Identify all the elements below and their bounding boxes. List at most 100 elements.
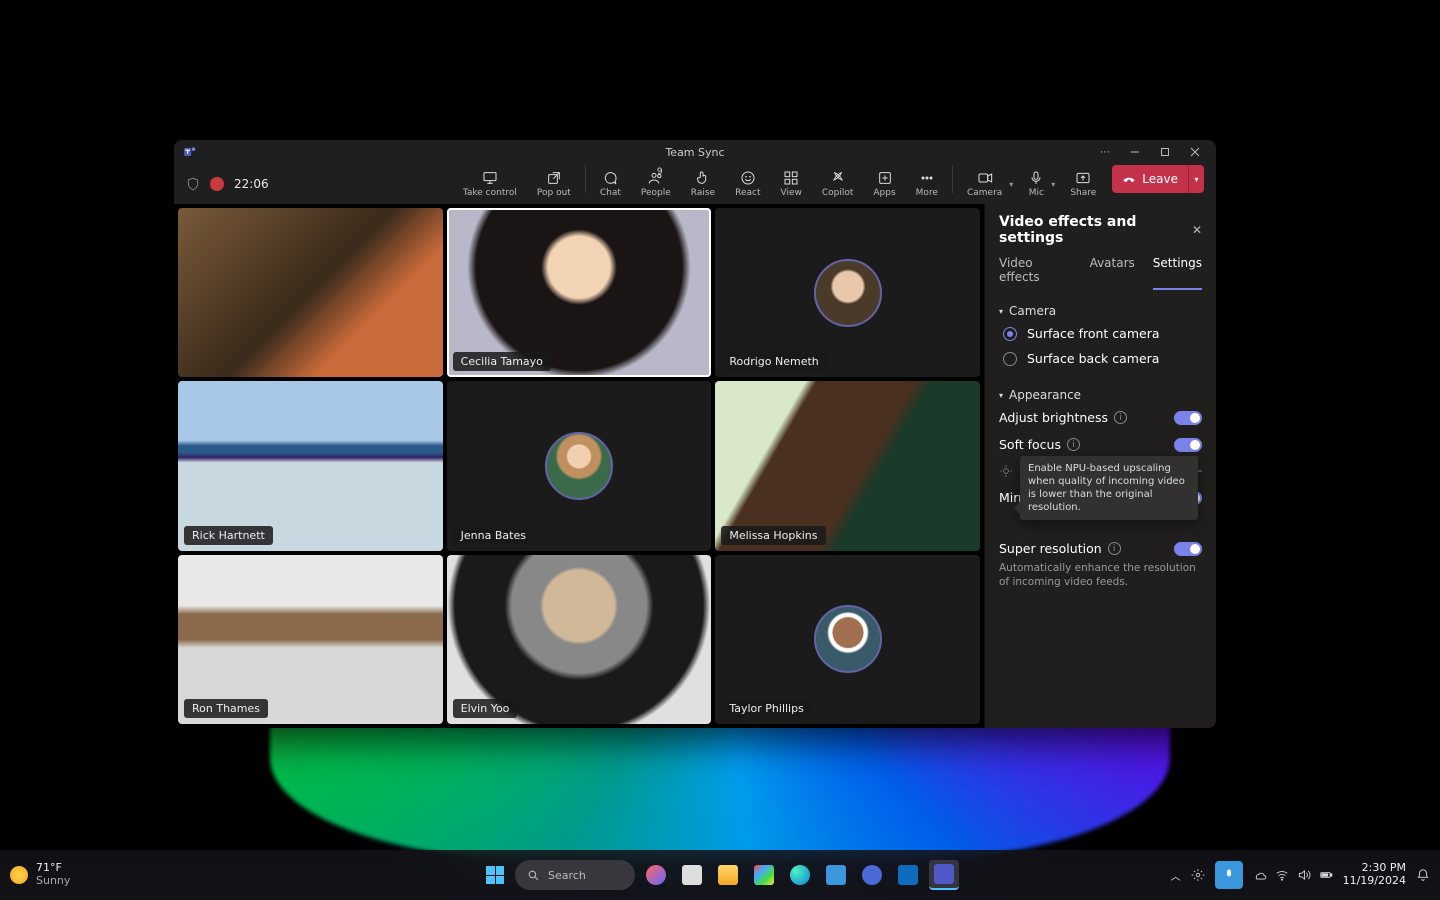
minimize-button[interactable] <box>1120 140 1150 164</box>
tray-copilot-button[interactable] <box>1215 861 1243 889</box>
adjust-brightness-label: Adjust brightness <box>999 410 1108 425</box>
recording-indicator-icon <box>210 177 224 191</box>
taskbar-app-outlook[interactable] <box>893 860 923 890</box>
tab-video-effects[interactable]: Video effects <box>999 256 1072 290</box>
chat-button[interactable]: Chat <box>590 165 631 203</box>
info-icon[interactable]: i <box>1114 411 1127 424</box>
windows-taskbar: 71°F Sunny Search ︿ <box>0 850 1440 900</box>
copilot-button[interactable]: Copilot <box>812 165 864 203</box>
sparkle-icon <box>999 464 1013 478</box>
participant-name: Rick Hartnett <box>184 526 273 545</box>
super-resolution-label: Super resolution <box>999 541 1102 556</box>
maximize-button[interactable] <box>1150 140 1180 164</box>
participant-tile[interactable]: Elvin Yoo <box>447 555 712 724</box>
participant-tile[interactable]: Rick Hartnett <box>178 381 443 550</box>
super-resolution-description: Automatically enhance the resolution of … <box>999 562 1202 589</box>
super-resolution-toggle[interactable] <box>1174 542 1202 556</box>
participant-name: Cecilia Tamayo <box>453 352 551 371</box>
teams-meeting-window: Team Sync ⋯ 22:06 Take control <box>174 140 1216 728</box>
more-button[interactable]: More <box>906 165 948 203</box>
participant-avatar <box>814 259 882 327</box>
leave-button[interactable]: Leave ▾ <box>1112 165 1204 193</box>
participant-name: Rodrigo Nemeth <box>721 352 826 371</box>
adjust-brightness-toggle[interactable] <box>1174 411 1202 425</box>
camera-button[interactable]: Camera <box>957 165 1012 203</box>
participant-tile[interactable]: Jenna Bates <box>447 381 712 550</box>
windows-logo-icon <box>486 866 504 884</box>
meeting-toolbar: 22:06 Take control Pop out Chat 9 People <box>174 164 1216 204</box>
participant-tile[interactable]: Ron Thames <box>178 555 443 724</box>
participant-tile[interactable]: Cecilia Tamayo <box>447 208 712 377</box>
info-icon[interactable]: i <box>1067 438 1080 451</box>
shield-icon <box>186 177 200 191</box>
taskbar-app-pinned[interactable] <box>857 860 887 890</box>
recording-timer: 22:06 <box>234 177 269 191</box>
leave-dropdown[interactable]: ▾ <box>1188 165 1204 193</box>
participant-tile[interactable]: Rodrigo Nemeth <box>715 208 980 377</box>
tray-volume-icon[interactable] <box>1297 868 1311 882</box>
participant-name: Elvin Yoo <box>453 699 518 718</box>
tray-wifi-icon[interactable] <box>1275 868 1289 882</box>
radio-unselected-icon <box>1003 352 1017 366</box>
window-title: Team Sync <box>665 146 724 159</box>
take-control-button[interactable]: Take control <box>453 165 527 203</box>
share-button[interactable]: Share <box>1060 165 1106 203</box>
taskbar-app-store[interactable] <box>821 860 851 890</box>
taskbar-app-copilot[interactable] <box>641 860 671 890</box>
tray-overflow[interactable]: ︿ <box>1171 868 1181 883</box>
pop-out-button[interactable]: Pop out <box>527 165 581 203</box>
taskbar-app-explorer[interactable] <box>713 860 743 890</box>
sun-icon <box>10 866 28 884</box>
people-button[interactable]: 9 People <box>631 165 681 203</box>
soft-focus-toggle[interactable] <box>1174 438 1202 452</box>
teams-app-icon <box>180 142 200 162</box>
participant-avatar <box>545 432 613 500</box>
raise-hand-button[interactable]: Raise <box>681 165 725 203</box>
close-panel-button[interactable]: ✕ <box>1192 223 1202 237</box>
close-button[interactable] <box>1180 140 1210 164</box>
tray-notifications-icon[interactable] <box>1416 868 1430 882</box>
weather-condition: Sunny <box>36 875 70 888</box>
participant-name: Melissa Hopkins <box>721 526 825 545</box>
taskbar-clock[interactable]: 2:30 PM 11/19/2024 <box>1343 862 1406 887</box>
participant-tile[interactable] <box>178 208 443 377</box>
mic-button[interactable]: Mic <box>1018 165 1054 203</box>
tray-settings-icon[interactable] <box>1191 868 1205 882</box>
camera-back-radio[interactable]: Surface back camera <box>1003 351 1202 366</box>
more-window-button[interactable]: ⋯ <box>1090 140 1120 164</box>
toolbar-divider <box>952 165 953 193</box>
taskbar-app-office[interactable] <box>749 860 779 890</box>
start-button[interactable] <box>481 861 509 889</box>
taskbar-app-edge[interactable] <box>785 860 815 890</box>
camera-front-radio[interactable]: Surface front camera <box>1003 326 1202 341</box>
window-titlebar: Team Sync ⋯ <box>174 140 1216 164</box>
participant-tile[interactable]: Melissa Hopkins <box>715 381 980 550</box>
tab-avatars[interactable]: Avatars <box>1090 256 1135 290</box>
participant-name: Taylor Phillips <box>721 699 812 718</box>
radio-selected-icon <box>1003 327 1017 341</box>
panel-title: Video effects and settings <box>999 214 1192 246</box>
apps-button[interactable]: Apps <box>863 165 905 203</box>
participant-avatar <box>814 605 882 673</box>
super-resolution-tooltip: Enable NPU-based upscaling when quality … <box>1020 456 1198 520</box>
soft-focus-label: Soft focus <box>999 437 1061 452</box>
video-gallery: Cecilia Tamayo Rodrigo Nemeth Rick Hartn… <box>174 204 984 728</box>
tab-settings[interactable]: Settings <box>1153 256 1202 290</box>
taskbar-search[interactable]: Search <box>515 860 635 890</box>
tray-battery-icon[interactable] <box>1319 868 1333 882</box>
weather-widget[interactable]: 71°F Sunny <box>10 862 70 887</box>
camera-section-header[interactable]: ▾Camera <box>999 304 1202 318</box>
participant-video <box>178 208 443 377</box>
toolbar-divider <box>585 165 586 193</box>
view-button[interactable]: View <box>770 165 811 203</box>
taskbar-app-teams[interactable] <box>929 860 959 890</box>
video-settings-panel: Video effects and settings ✕ Video effec… <box>984 204 1216 728</box>
participant-name: Jenna Bates <box>453 526 534 545</box>
tray-onedrive-icon[interactable] <box>1253 868 1267 882</box>
taskbar-app-taskview[interactable] <box>677 860 707 890</box>
info-icon[interactable]: i <box>1108 542 1121 555</box>
participant-name: Ron Thames <box>184 699 268 718</box>
participant-tile[interactable]: Taylor Phillips <box>715 555 980 724</box>
react-button[interactable]: React <box>725 165 770 203</box>
appearance-section-header[interactable]: ▾Appearance <box>999 388 1202 402</box>
